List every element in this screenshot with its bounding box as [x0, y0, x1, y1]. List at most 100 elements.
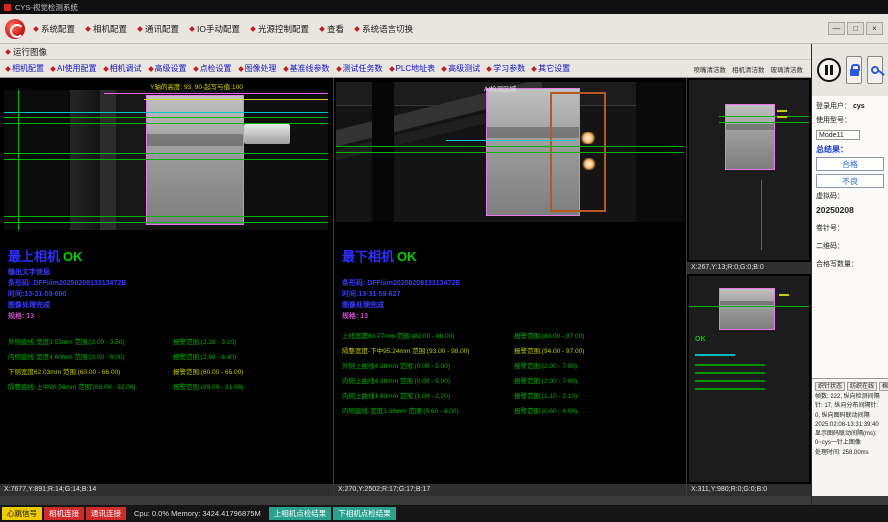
process-done-text: 图像处理完成: [342, 300, 384, 310]
tab-needle-status[interactable]: 织针状态: [815, 382, 845, 391]
login-user-value: cys: [853, 103, 865, 110]
camera-name: 最上相机: [8, 249, 60, 264]
bullet-icon: [85, 26, 91, 32]
bullet-icon: [389, 66, 395, 72]
menu-item-system-config[interactable]: 系统配置: [34, 23, 75, 35]
model-value-box[interactable]: Mode11: [816, 130, 860, 140]
measurement-row: 内侧上曲线4.38mm 范围:(0.00 - 9.00)报警范围:(2.00 -…: [342, 375, 684, 385]
inspected-part: [146, 95, 244, 225]
alarm-range-text: 报警范围:(89.00 - 91.00): [173, 381, 243, 391]
tool-advanced-test[interactable]: 高级测试: [442, 63, 480, 74]
tool-spot-check[interactable]: 点检设置: [194, 63, 232, 74]
time-text: 时间:13-31-59-600: [8, 289, 66, 299]
overlay-line-green: [4, 159, 328, 160]
machine-structure: [244, 90, 328, 230]
measurement-text: 隔整宽度-下中95.24mm 范围:(93.00 - 98.00): [342, 348, 470, 355]
app-window: CYS-视觉检测系统 系统配置 相机配置 通讯配置 IO手动配置 光源控制配置 …: [0, 0, 888, 522]
tool-camera-debug[interactable]: 相机调试: [104, 63, 142, 74]
alarm-range-text: 报警范围:(2.60 - 6.40): [173, 351, 236, 361]
statusbar: 心跳信号 相机连接 通讯连接 Cpu: 0.0% Memory: 3424.41…: [0, 505, 888, 522]
time-text: 时间:13-31-59-627: [342, 289, 400, 299]
status-line: 显示图码联动间隔(ms):: [815, 430, 885, 439]
micro-text-line: [695, 372, 765, 374]
bullet-icon: [50, 66, 56, 72]
tool-plc-table[interactable]: PLC地址表: [390, 63, 436, 74]
overlay-line-green: [18, 90, 19, 230]
bottom-camera-image[interactable]: AI检测区域: [336, 82, 684, 222]
menu-item-light-config[interactable]: 光源控制配置: [251, 23, 309, 35]
camera-views: Y轴的高度: 93, 90-起写与值:100: [0, 78, 811, 496]
tool-camera-config[interactable]: 相机配置: [6, 63, 44, 74]
alarm-range-text: 报警范围:(0.60 - 4.00): [514, 405, 577, 415]
bottom-camera-view[interactable]: AI检测区域 最下相机OK 条形码: DFFiiim20250208133134…: [334, 78, 686, 496]
right-panel: 登录用户：cys 使用型号： Mode11 总结果： 合格 不良 虚拟码： 20…: [811, 44, 888, 505]
machine-structure: [100, 90, 116, 230]
bottom-camera-check-result: 下相机点检结果: [333, 507, 396, 520]
minimize-button[interactable]: —: [828, 22, 845, 35]
measurement-row: 内侧直线-宽度3.36mm 范围:(0.60 - 4.00)报警范围:(0.60…: [342, 405, 684, 415]
bullet-icon: [283, 66, 289, 72]
tool-ai-config[interactable]: AI使用配置: [51, 63, 97, 74]
key-button[interactable]: [867, 56, 883, 84]
top-camera-check-result: 上相机点检结果: [269, 507, 332, 520]
bullet-icon: [103, 66, 109, 72]
maximize-button[interactable]: □: [847, 22, 864, 35]
tool-label: 图像处理: [245, 63, 277, 74]
bullet-icon: [319, 26, 325, 32]
side-camera-thumbnail-bottom[interactable]: OK: [689, 276, 809, 482]
menu-item-camera-config[interactable]: 相机配置: [86, 23, 127, 35]
side-camera-thumbnail-top[interactable]: [689, 80, 809, 260]
overlay-line-cyan: [446, 140, 576, 141]
bottom-spacer: [0, 496, 811, 505]
bullet-icon: [354, 26, 360, 32]
menu-item-io-config[interactable]: IO手动配置: [190, 23, 240, 35]
tool-baseline-params[interactable]: 基准线参数: [284, 63, 330, 74]
top-camera-view[interactable]: Y轴的高度: 93, 90-起写与值:100: [0, 78, 333, 496]
result-ok-badge: OK: [63, 249, 83, 264]
tab-spin-online[interactable]: 棉纺在线: [879, 382, 888, 391]
measurement-text: 隔整直线-上中90.56mm 范围:(88.00 - 92.00): [8, 384, 136, 391]
measurement-text: 内侧上曲线4.38mm 范围:(0.00 - 9.00): [342, 378, 450, 385]
tool-image-process[interactable]: 图像处理: [239, 63, 277, 74]
total-result-label: 总结果：: [816, 144, 884, 155]
overlay-mark-yellow: [777, 110, 787, 112]
overlay-line-green: [4, 153, 328, 154]
lock-button[interactable]: [846, 56, 862, 84]
tab-weave-online[interactable]: 纺织在线: [847, 382, 877, 391]
status-line: 0~cys一针上图像: [815, 439, 885, 448]
titlebar: CYS-视觉检测系统: [0, 0, 888, 14]
tool-label: PLC地址表: [396, 63, 436, 74]
toolbar: 相机配置 AI使用配置 相机调试 高级设置 点检设置 图像处理 基准线参数 测试…: [0, 60, 811, 78]
pause-icon: [825, 65, 828, 75]
bullet-icon: [33, 26, 39, 32]
overlay-line-green: [336, 146, 684, 147]
overlay-line-green: [4, 123, 328, 124]
tool-label: 其它设置: [538, 63, 570, 74]
tool-learn-params[interactable]: 学习参数: [487, 63, 525, 74]
overlay-line-green: [4, 216, 328, 217]
status-line: 针: 17, 纵向分布间隔针:: [815, 402, 885, 411]
measurement-text: 上线宽度83.77mm 范围:(82.00 - 88.00): [342, 333, 454, 340]
pixel-coord-readout: X:311,Y:980;R:0;G:0;B:0: [687, 484, 811, 496]
pause-button[interactable]: [817, 58, 841, 82]
status-line: 2025:02:08-13:31:39:40: [815, 421, 885, 430]
menu-item-comm-config[interactable]: 通讯配置: [138, 23, 179, 35]
overlay-mark-yellow: [779, 294, 789, 296]
alarm-range-text: 报警范围:(2.00 - 7.00): [514, 360, 577, 370]
spec-text: 规格: 13: [342, 311, 368, 321]
tool-test-tasks[interactable]: 测试任务数: [337, 63, 383, 74]
menu-item-view[interactable]: 查看: [320, 23, 344, 35]
tool-other-settings[interactable]: 其它设置: [532, 63, 570, 74]
menu-item-language[interactable]: 系统语言切换: [355, 23, 413, 35]
tool-advanced-settings[interactable]: 高级设置: [149, 63, 187, 74]
bullet-icon: [137, 26, 143, 32]
close-button[interactable]: ×: [866, 22, 883, 35]
batch-label: 虚拟码：: [816, 191, 884, 201]
result-ng-counter: 不良: [816, 174, 884, 188]
tab-run-image[interactable]: 运行图像: [13, 46, 47, 58]
menu-item-label: 通讯配置: [145, 23, 179, 35]
top-camera-image[interactable]: [4, 90, 328, 230]
action-buttons: [812, 44, 888, 96]
camera-connection-indicator: 相机连接: [44, 507, 84, 520]
result-ok-badge: OK: [397, 249, 417, 264]
